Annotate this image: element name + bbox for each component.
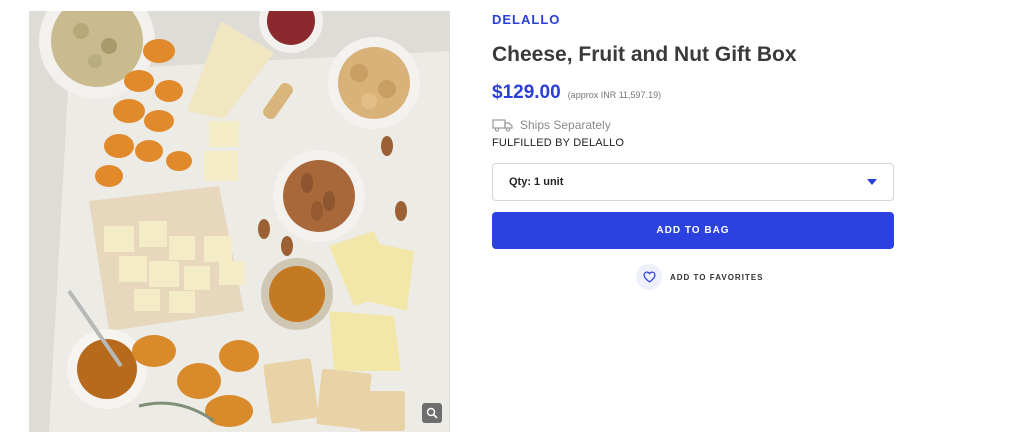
quantity-select[interactable]: Qty: 1 unit (492, 163, 894, 201)
product-title: Cheese, Fruit and Nut Gift Box (492, 43, 797, 66)
favorite-icon-wrapper (636, 264, 662, 290)
product-image[interactable] (29, 11, 450, 432)
price-row: $129.00 (approx INR 11,597.19) (492, 82, 661, 104)
add-to-bag-button[interactable]: ADD TO BAG (492, 212, 894, 249)
product-photo (29, 11, 450, 432)
zoom-button[interactable] (422, 403, 442, 423)
chevron-down-icon (867, 179, 877, 185)
heart-icon (642, 271, 656, 283)
fulfilled-by: FULFILLED BY DELALLO (492, 137, 625, 149)
quantity-value: Qty: 1 unit (509, 176, 564, 188)
add-to-favorites-label: ADD TO FAVORITES (670, 272, 764, 282)
add-to-favorites-button[interactable]: ADD TO FAVORITES (636, 264, 764, 290)
price: $129.00 (492, 82, 561, 103)
ships-separately-text: Ships Separately (520, 118, 611, 132)
approx-price: (approx INR 11,597.19) (567, 90, 662, 100)
zoom-icon (426, 407, 438, 419)
truck-icon (492, 119, 513, 132)
shipping-note: Ships Separately (492, 118, 611, 132)
brand-link[interactable]: DELALLO (492, 12, 560, 27)
